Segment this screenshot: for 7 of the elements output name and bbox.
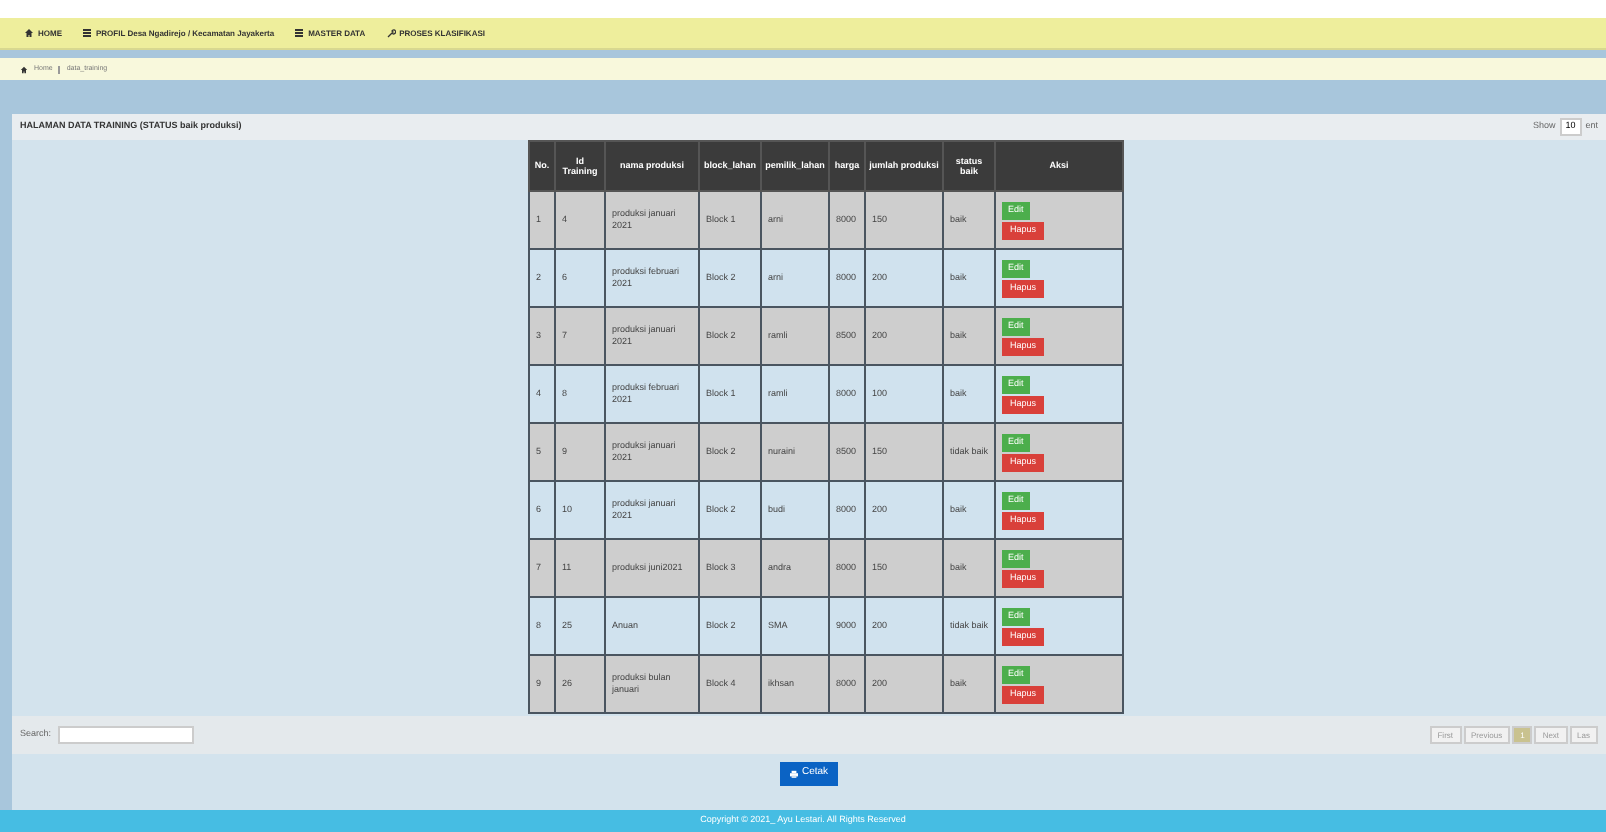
- list-icon: [294, 28, 305, 38]
- printer-icon: [789, 769, 798, 777]
- home-icon: [20, 65, 28, 73]
- home-icon: [24, 28, 34, 38]
- list-icon: [82, 28, 92, 38]
- wrench-icon: [385, 28, 396, 38]
- search-field[interactable]: [57, 726, 194, 744]
